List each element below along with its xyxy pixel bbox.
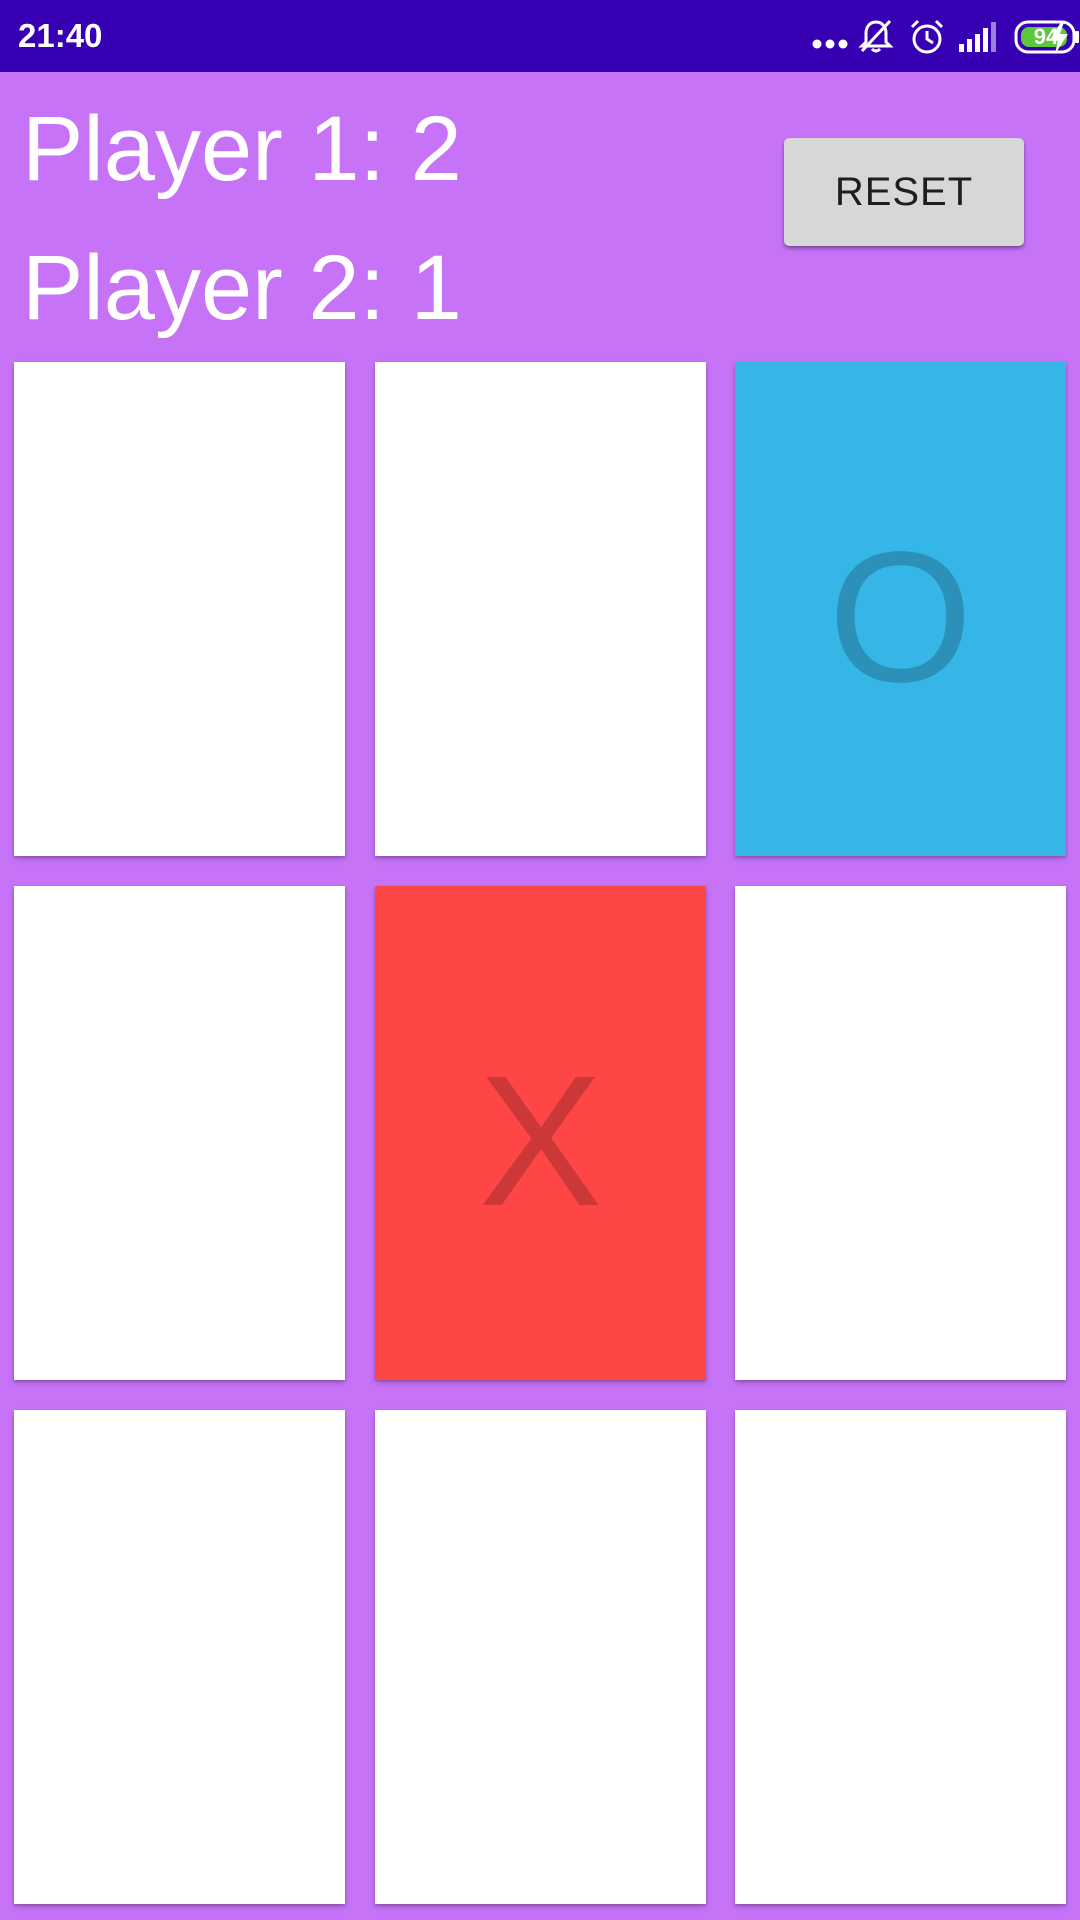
board-cell[interactable] bbox=[14, 1410, 345, 1904]
status-icons: 94 bbox=[760, 0, 1080, 72]
player1-score: Player 1: 2 bbox=[22, 98, 462, 200]
board-cell[interactable] bbox=[375, 1410, 706, 1904]
status-bar: 21:40 94 bbox=[0, 0, 1080, 72]
board-cell[interactable] bbox=[735, 886, 1066, 1380]
charging-bolt-icon bbox=[1050, 22, 1068, 54]
muted-bell-icon bbox=[858, 19, 894, 53]
reset-button[interactable]: RESET bbox=[784, 138, 1024, 246]
board-cell[interactable] bbox=[14, 362, 345, 856]
board-cell[interactable] bbox=[735, 1410, 1066, 1904]
player2-score: Player 2: 1 bbox=[22, 237, 462, 339]
board-cell[interactable]: O bbox=[735, 362, 1066, 856]
cell-mark: X bbox=[478, 1038, 603, 1245]
board-cell[interactable]: X bbox=[375, 886, 706, 1380]
signal-icon bbox=[959, 22, 996, 52]
alarm-clock-icon bbox=[910, 19, 944, 54]
board-cell[interactable] bbox=[375, 362, 706, 856]
status-time: 21:40 bbox=[18, 17, 103, 54]
board-cell[interactable] bbox=[14, 886, 345, 1380]
cell-mark: O bbox=[828, 514, 973, 721]
more-dots-icon bbox=[812, 39, 848, 49]
